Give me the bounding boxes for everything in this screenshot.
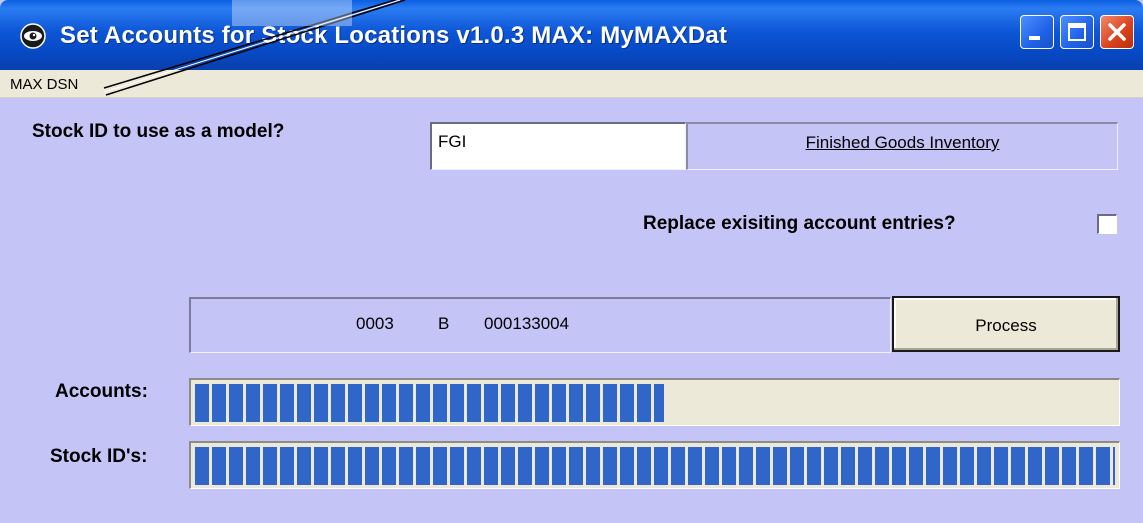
title-bar[interactable]: Set Accounts for Stock Locations v1.0.3 … [0,0,1143,70]
status-field-2: B [438,314,450,333]
maximize-button[interactable] [1060,15,1094,49]
close-button[interactable] [1100,15,1134,49]
stock-ids-label: Stock ID's: [50,446,148,467]
maximize-icon [1068,23,1086,41]
stock-description-link[interactable]: Finished Goods Inventory [686,122,1118,170]
replace-entries-label: Replace exisiting account entries? [643,213,956,234]
status-field-1: 0003 [356,314,394,333]
minimize-icon [1029,36,1040,40]
menu-item-max-dsn[interactable]: MAX DSN [10,76,78,93]
window-title: Set Accounts for Stock Locations v1.0.3 … [60,22,728,49]
minimize-button[interactable] [1020,15,1054,49]
accounts-progress-fill [195,384,665,422]
accounts-progress-bar [189,378,1120,426]
eye-logo-icon [20,23,46,49]
process-button[interactable]: Process [892,296,1120,352]
stock-ids-progress-fill [195,447,1115,485]
stock-id-label: Stock ID to use as a model? [32,121,285,142]
menu-bar: MAX DSN [0,70,1143,98]
replace-entries-checkbox[interactable] [1097,214,1117,234]
accounts-label: Accounts: [55,381,148,402]
stock-id-input[interactable]: FGI [430,122,686,170]
app-window: Set Accounts for Stock Locations v1.0.3 … [0,0,1143,523]
close-icon [1108,23,1126,41]
stock-ids-progress-bar [189,441,1120,489]
status-field-3: 000133004 [484,314,570,333]
